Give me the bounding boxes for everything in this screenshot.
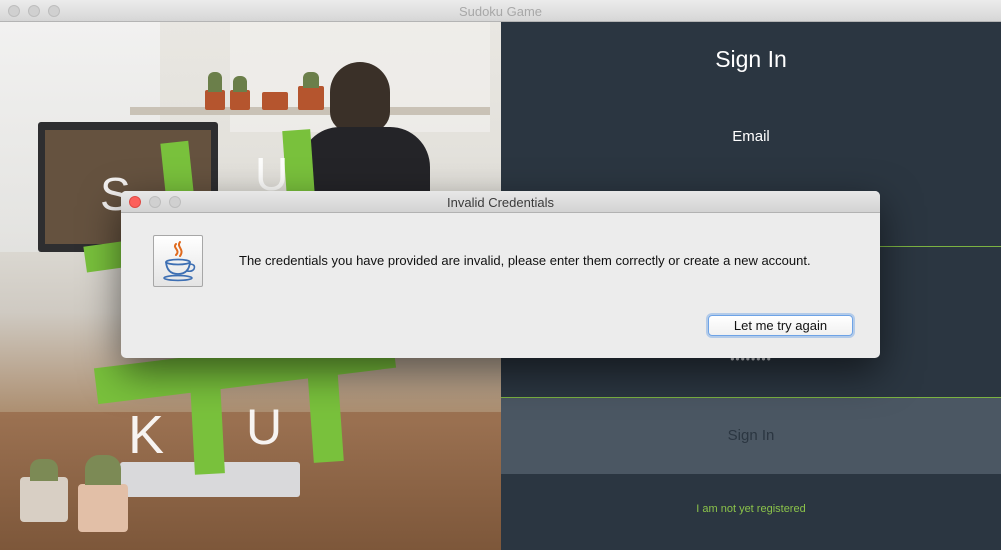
logo-letter-k: K: [128, 405, 165, 465]
logo-bar: [83, 241, 125, 273]
window-titlebar: Sudoku Game: [0, 0, 1001, 22]
email-label: Email: [732, 128, 770, 145]
signin-title: Sign In: [715, 46, 787, 72]
try-again-button[interactable]: Let me try again: [708, 315, 853, 336]
dialog-titlebar: Invalid Credentials: [121, 191, 880, 213]
logo-bar: [189, 361, 225, 475]
window-title: Sudoku Game: [458, 4, 543, 19]
signin-button[interactable]: Sign In: [501, 398, 1001, 474]
dialog-title: Invalid Credentials: [447, 195, 554, 210]
register-link[interactable]: I am not yet registered: [501, 503, 1001, 515]
logo-letter-u2: U: [246, 399, 283, 455]
java-cup-icon: [153, 235, 203, 287]
invalid-credentials-dialog: Invalid Credentials The credentials you …: [121, 191, 880, 358]
dialog-message: The credentials you have provided are in…: [239, 253, 811, 268]
